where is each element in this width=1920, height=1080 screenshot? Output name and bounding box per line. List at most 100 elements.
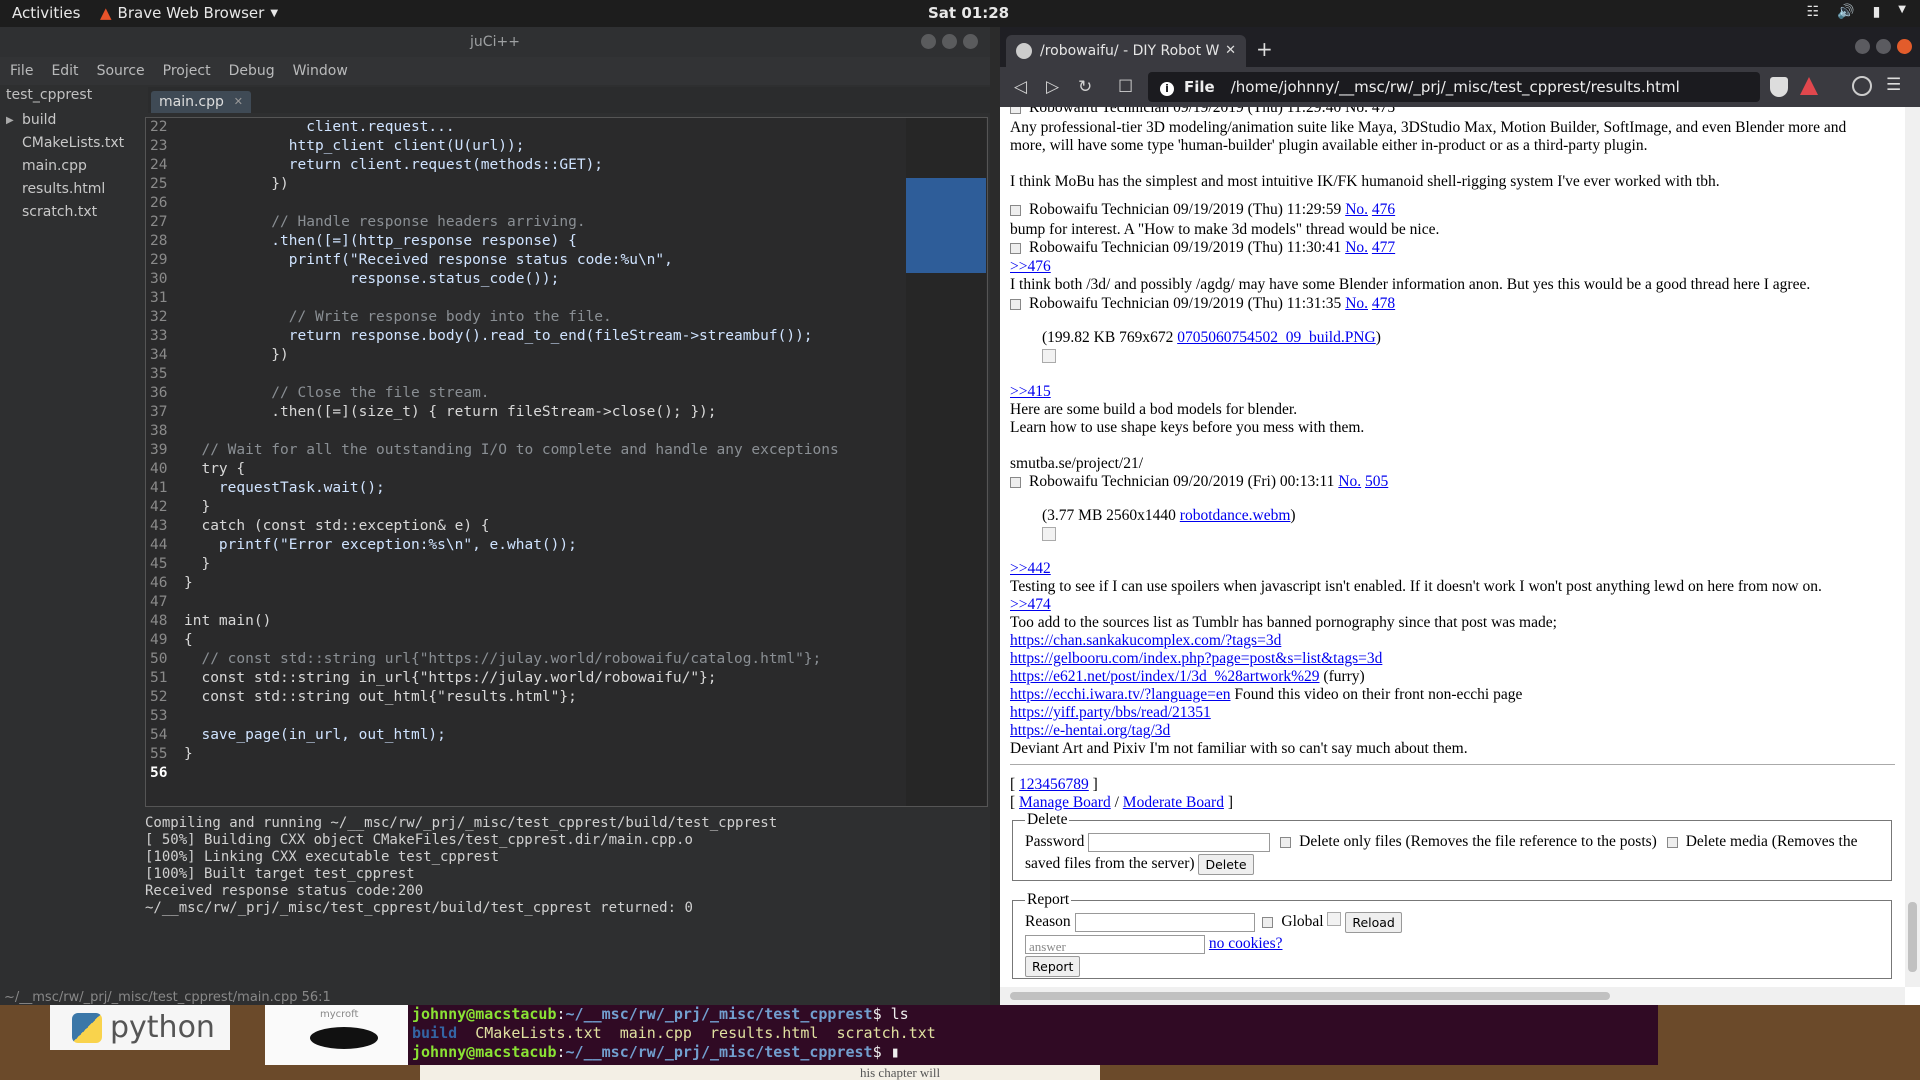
quote-link[interactable]: >>474: [1010, 596, 1051, 613]
file-link[interactable]: robotdance.webm: [1180, 507, 1291, 524]
activities-button[interactable]: Activities: [12, 4, 80, 22]
code-line[interactable]: 54 save_page(in_url, out_html);: [146, 726, 987, 745]
delete-only-files-checkbox[interactable]: [1280, 836, 1292, 848]
post-no-link[interactable]: No.: [1345, 201, 1368, 218]
source-link[interactable]: https://e-hentai.org/tag/3d: [1010, 722, 1170, 739]
minimize-button[interactable]: [921, 34, 936, 49]
code-line[interactable]: 25 }): [146, 175, 987, 194]
menu-window[interactable]: Window: [293, 63, 348, 79]
menu-source[interactable]: Source: [97, 63, 145, 79]
code-line[interactable]: 46}: [146, 574, 987, 593]
source-link[interactable]: https://e621.net/post/index/1/3d_%28artw…: [1010, 668, 1320, 685]
code-line[interactable]: 29 printf("Received response status code…: [146, 251, 987, 270]
reason-field[interactable]: [1074, 912, 1255, 932]
code-line[interactable]: 34 }): [146, 346, 987, 365]
reload-icon[interactable]: ↻: [1078, 77, 1092, 97]
app-menu[interactable]: ▲ Brave Web Browser ▼: [100, 4, 278, 22]
reload-captcha-button[interactable]: Reload: [1345, 911, 1402, 933]
hamburger-menu-icon[interactable]: ☰: [1886, 75, 1901, 95]
menu-debug[interactable]: Debug: [229, 63, 275, 79]
volume-icon[interactable]: 🔊: [1837, 4, 1854, 20]
close-icon[interactable]: ✕: [1225, 35, 1236, 67]
code-line[interactable]: 50 // const std::string url{"https://jul…: [146, 650, 987, 669]
code-line[interactable]: 39 // Wait for all the outstanding I/O t…: [146, 441, 987, 460]
report-button[interactable]: Report: [1025, 955, 1081, 977]
maximize-button[interactable]: [942, 34, 957, 49]
code-editor[interactable]: 22 client.request... 23 http_client clien…: [145, 117, 988, 807]
vertical-scrollbar[interactable]: [1905, 107, 1920, 987]
post-number-link[interactable]: 476: [1372, 201, 1395, 218]
no-cookies-link[interactable]: no cookies?: [1209, 935, 1283, 952]
manage-board-link[interactable]: Manage Board: [1019, 794, 1111, 811]
new-tab-button[interactable]: +: [1256, 37, 1273, 61]
code-line[interactable]: 24 return client.request(methods::GET);: [146, 156, 987, 175]
address-bar[interactable]: i File/home/johnny/__msc/rw/_prj/_misc/te…: [1148, 72, 1760, 102]
file-link[interactable]: 0705060754502_09_build.PNG: [1177, 329, 1376, 346]
code-line[interactable]: 33 return response.body().read_to_end(fi…: [146, 327, 987, 346]
post-checkbox[interactable]: [1010, 204, 1021, 216]
password-field[interactable]: [1088, 832, 1271, 852]
moderate-board-link[interactable]: Moderate Board: [1123, 794, 1224, 811]
bookmark-icon[interactable]: ☐: [1118, 77, 1133, 97]
code-line[interactable]: 37 .then([=](size_t) { return fileStream…: [146, 403, 987, 422]
browser-tab[interactable]: /robowaifu/ - DIY Robot W ✕: [1006, 35, 1246, 67]
chevron-down-icon[interactable]: ▼: [1898, 4, 1906, 20]
code-line[interactable]: 22 client.request...: [146, 118, 987, 137]
code-line[interactable]: 45 }: [146, 555, 987, 574]
post-checkbox[interactable]: [1010, 242, 1021, 254]
code-line[interactable]: 23 http_client client(U(url));: [146, 137, 987, 156]
post-no-link[interactable]: No.: [1345, 295, 1368, 312]
code-line[interactable]: 53: [146, 707, 987, 726]
network-icon[interactable]: ☷: [1807, 4, 1820, 20]
build-output[interactable]: Compiling and running ~/__msc/rw/_prj/_m…: [145, 807, 990, 997]
forward-icon[interactable]: ▷: [1046, 77, 1059, 97]
tree-item-main-cpp[interactable]: main.cpp: [0, 155, 145, 178]
source-link[interactable]: https://gelbooru.com/index.php?page=post…: [1010, 650, 1382, 667]
post-checkbox[interactable]: [1010, 107, 1021, 114]
code-line[interactable]: 27 // Handle response headers arriving.: [146, 213, 987, 232]
horizontal-scrollbar[interactable]: [1000, 987, 1905, 1005]
code-line[interactable]: 28 .then([=](http_response response) {: [146, 232, 987, 251]
code-line[interactable]: 42 }: [146, 498, 987, 517]
post-no-link[interactable]: No.: [1338, 473, 1361, 490]
page-links[interactable]: 123456789: [1019, 776, 1089, 793]
post-checkbox[interactable]: [1010, 298, 1021, 310]
brave-rewards-icon[interactable]: [1800, 77, 1818, 95]
global-checkbox[interactable]: [1262, 916, 1274, 928]
brave-shield-icon[interactable]: [1770, 77, 1788, 97]
menu-edit[interactable]: Edit: [51, 63, 78, 79]
code-line[interactable]: 31: [146, 289, 987, 308]
quote-link[interactable]: >>442: [1010, 560, 1051, 577]
scroll-thumb[interactable]: [1908, 902, 1917, 972]
delete-media-checkbox[interactable]: [1666, 836, 1678, 848]
code-line[interactable]: 47: [146, 593, 987, 612]
code-line[interactable]: 40 try {: [146, 460, 987, 479]
code-line[interactable]: 51 const std::string in_url{"https://jul…: [146, 669, 987, 688]
code-line[interactable]: 49 {: [146, 631, 987, 650]
close-icon[interactable]: ✕: [234, 91, 243, 113]
terminal-window[interactable]: johnny@macstacub:~/__msc/rw/_prj/_misc/t…: [408, 1005, 1658, 1065]
python-image[interactable]: python: [50, 1005, 230, 1050]
profile-icon[interactable]: [1852, 76, 1872, 96]
captcha-answer-field[interactable]: answer: [1025, 934, 1205, 954]
code-line[interactable]: 48 int main(): [146, 612, 987, 631]
close-button[interactable]: [963, 34, 978, 49]
code-line[interactable]: 30 response.status_code());: [146, 270, 987, 289]
minimize-button[interactable]: [1855, 39, 1870, 54]
code-line[interactable]: 26: [146, 194, 987, 213]
code-line[interactable]: 44 printf("Error exception:%s\n", e.what…: [146, 536, 987, 555]
tree-item-cmakelists[interactable]: CMakeLists.txt: [0, 132, 145, 155]
code-line[interactable]: 38: [146, 422, 987, 441]
tree-item-scratch-txt[interactable]: scratch.txt: [0, 201, 145, 224]
broken-image-icon[interactable]: [1042, 349, 1056, 368]
source-link[interactable]: https://chan.sankakucomplex.com/?tags=3d: [1010, 632, 1281, 649]
back-icon[interactable]: ◁: [1014, 77, 1027, 97]
minimap-viewport[interactable]: [906, 178, 986, 273]
menu-file[interactable]: File: [10, 63, 33, 79]
post-no-link[interactable]: No.: [1345, 239, 1368, 256]
close-button[interactable]: [1897, 39, 1912, 54]
code-line[interactable]: 35: [146, 365, 987, 384]
minimap[interactable]: [906, 118, 986, 806]
code-line[interactable]: 56: [146, 764, 987, 783]
code-line[interactable]: 32 // Write response body into the file.: [146, 308, 987, 327]
